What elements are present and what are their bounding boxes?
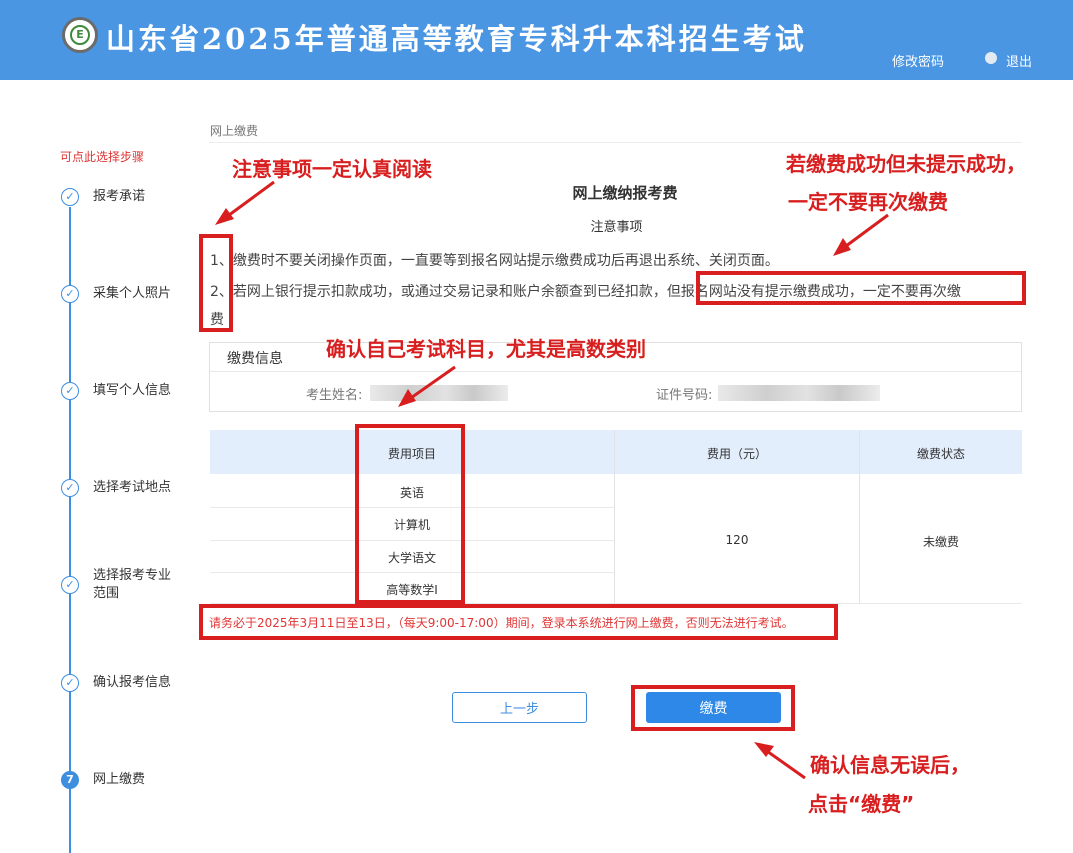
arrow-read-notice-icon <box>215 180 275 225</box>
annotation-confirm-info-line1: 确认信息无误后， <box>810 753 970 777</box>
annotation-no-repeat-line1: 若缴费成功但未提示成功， <box>786 152 1026 176</box>
arrow-subjects-icon <box>398 365 456 407</box>
annotation-read-carefully: 注意事项一定认真阅读 <box>232 157 432 181</box>
arrow-pay-button-icon <box>754 742 806 780</box>
annotation-arrows <box>215 180 889 780</box>
annotation-no-repeat-line2: 一定不要再次缴费 <box>788 190 948 214</box>
annotation-confirm-subjects: 确认自己考试科目，尤其是高数类别 <box>326 337 646 361</box>
annotation-confirm-info-line2: 点击“缴费” <box>808 792 915 816</box>
arrow-no-repeat-icon <box>833 213 889 256</box>
